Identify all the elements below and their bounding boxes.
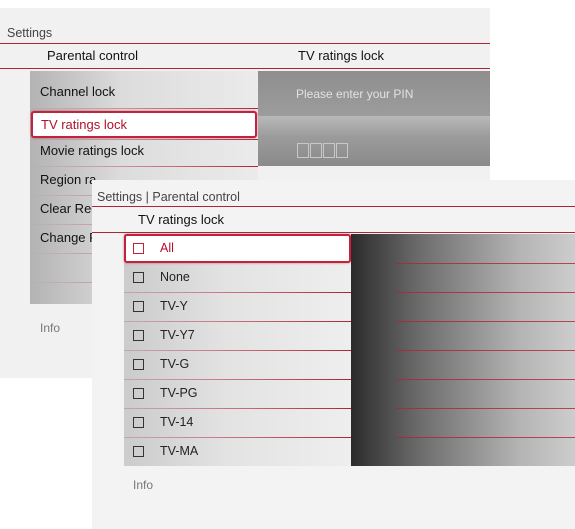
submenu-title: TV ratings lock <box>298 48 384 63</box>
divider <box>396 263 575 264</box>
checkbox[interactable] <box>133 359 144 370</box>
divider <box>396 408 575 409</box>
tv-ratings-list: All None TV-Y TV-Y7 TV-G TV-PG TV-14 TV-… <box>124 234 351 466</box>
header-divider <box>92 206 575 207</box>
divider <box>30 108 258 109</box>
checkbox[interactable] <box>133 330 144 341</box>
checkbox[interactable] <box>133 243 144 254</box>
pin-entry-band <box>258 116 490 136</box>
menu-title: TV ratings lock <box>138 212 224 227</box>
rating-label: TV-14 <box>160 415 194 429</box>
rating-option-tv-y[interactable]: TV-Y <box>124 292 351 321</box>
rating-label: TV-G <box>160 357 190 371</box>
rating-label: TV-MA <box>160 444 199 458</box>
pin-digit-box[interactable] <box>323 143 335 158</box>
divider <box>396 379 575 380</box>
checkbox[interactable] <box>133 272 144 283</box>
info-label: Info <box>133 478 154 492</box>
checkbox[interactable] <box>133 388 144 399</box>
rating-option-none[interactable]: None <box>124 263 351 292</box>
menu-item-channel-lock[interactable]: Channel lock <box>40 78 250 106</box>
breadcrumb: Settings | Parental control <box>97 190 240 204</box>
header-divider <box>0 43 490 44</box>
menu-item-tv-ratings-lock[interactable]: TV ratings lock <box>31 111 257 138</box>
rating-option-tv-g[interactable]: TV-G <box>124 350 351 379</box>
rating-option-tv-pg[interactable]: TV-PG <box>124 379 351 408</box>
rating-option-all[interactable]: All <box>124 234 351 263</box>
rating-option-tv-14[interactable]: TV-14 <box>124 408 351 437</box>
rating-label: All <box>160 241 174 255</box>
pin-prompt: Please enter your PIN <box>296 87 414 101</box>
rating-option-tv-y7[interactable]: TV-Y7 <box>124 321 351 350</box>
pin-digit-box[interactable] <box>336 143 348 158</box>
divider <box>396 321 575 322</box>
divider <box>396 292 575 293</box>
rating-label: TV-Y <box>160 299 188 313</box>
divider <box>396 437 575 438</box>
menu-item-movie-ratings-lock[interactable]: Movie ratings lock <box>40 137 250 165</box>
checkbox[interactable] <box>133 446 144 457</box>
rating-label: TV-PG <box>160 386 198 400</box>
pin-digit-box[interactable] <box>297 143 309 158</box>
title-divider <box>0 68 490 69</box>
rating-label: TV-Y7 <box>160 328 195 342</box>
checkbox[interactable] <box>133 417 144 428</box>
rating-label: None <box>160 270 190 284</box>
rating-option-tv-ma[interactable]: TV-MA <box>124 437 351 466</box>
pin-digit-box[interactable] <box>310 143 322 158</box>
title-divider <box>92 232 575 233</box>
info-label: Info <box>40 321 61 335</box>
menu-title: Parental control <box>47 48 139 63</box>
divider <box>396 350 575 351</box>
breadcrumb: Settings <box>7 26 53 40</box>
checkbox[interactable] <box>133 301 144 312</box>
